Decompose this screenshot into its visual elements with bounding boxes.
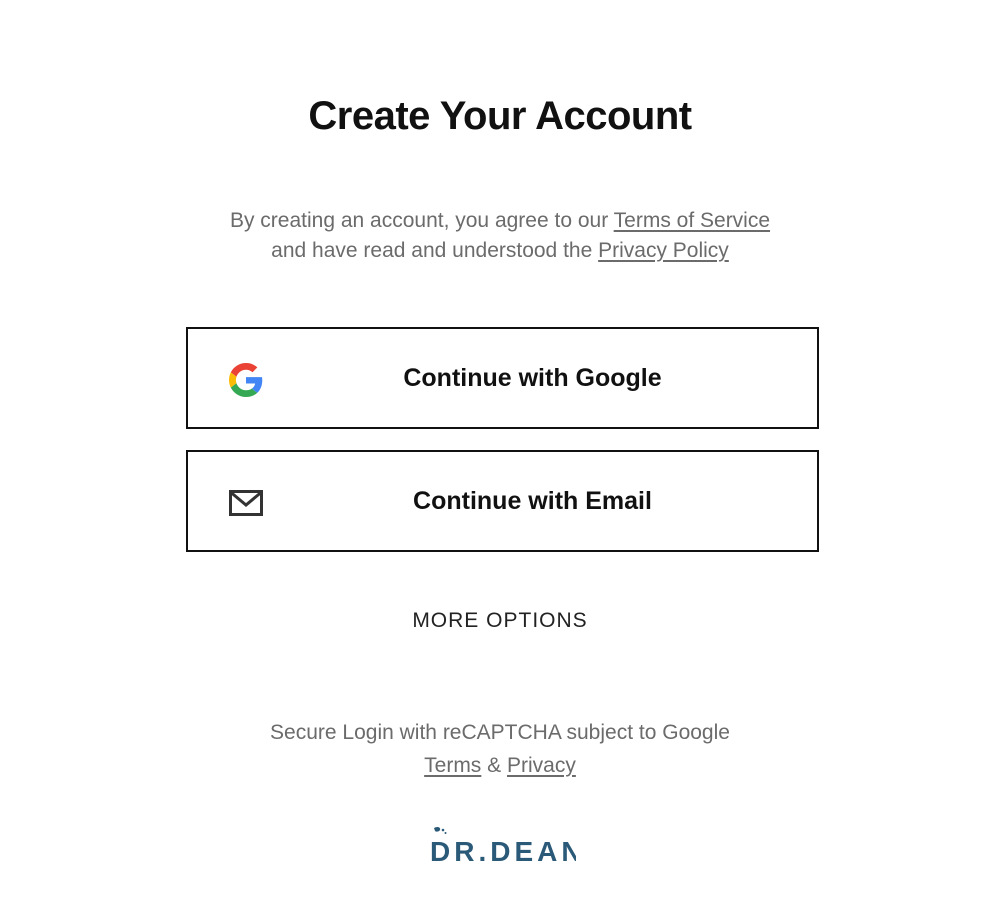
recaptcha-notice: Secure Login with reCAPTCHA subject to G…: [150, 716, 850, 782]
legal-text-line1: By creating an account, you agree to our: [229, 209, 614, 232]
more-options-button[interactable]: MORE OPTIONS: [0, 606, 1000, 636]
google-button-label: Continue with Google: [403, 364, 662, 392]
page-title: Create Your Account: [308, 94, 692, 138]
continue-with-email-button[interactable]: Continue with Email: [186, 450, 819, 552]
signup-page: Create Your Account By creating an accou…: [0, 0, 1000, 900]
continue-with-google-button[interactable]: Continue with Google: [186, 327, 819, 429]
privacy-policy-link[interactable]: Privacy Policy: [598, 239, 729, 262]
recaptcha-terms-link[interactable]: Terms: [424, 754, 481, 777]
brand-logo-text: DR.DEAN: [430, 836, 576, 867]
brand-logo: DR.DEAN: [426, 826, 582, 868]
terms-of-service-link[interactable]: Terms of Service: [614, 209, 770, 232]
email-button-label: Continue with Email: [413, 487, 652, 515]
recaptcha-privacy-link[interactable]: Privacy: [507, 754, 576, 777]
legal-text-line2: and have read and understood the: [271, 239, 599, 262]
recaptcha-text: Secure Login with reCAPTCHA subject to G…: [270, 721, 730, 744]
recaptcha-separator: &: [481, 754, 507, 777]
legal-notice: By creating an account, you agree to our…: [150, 206, 850, 266]
